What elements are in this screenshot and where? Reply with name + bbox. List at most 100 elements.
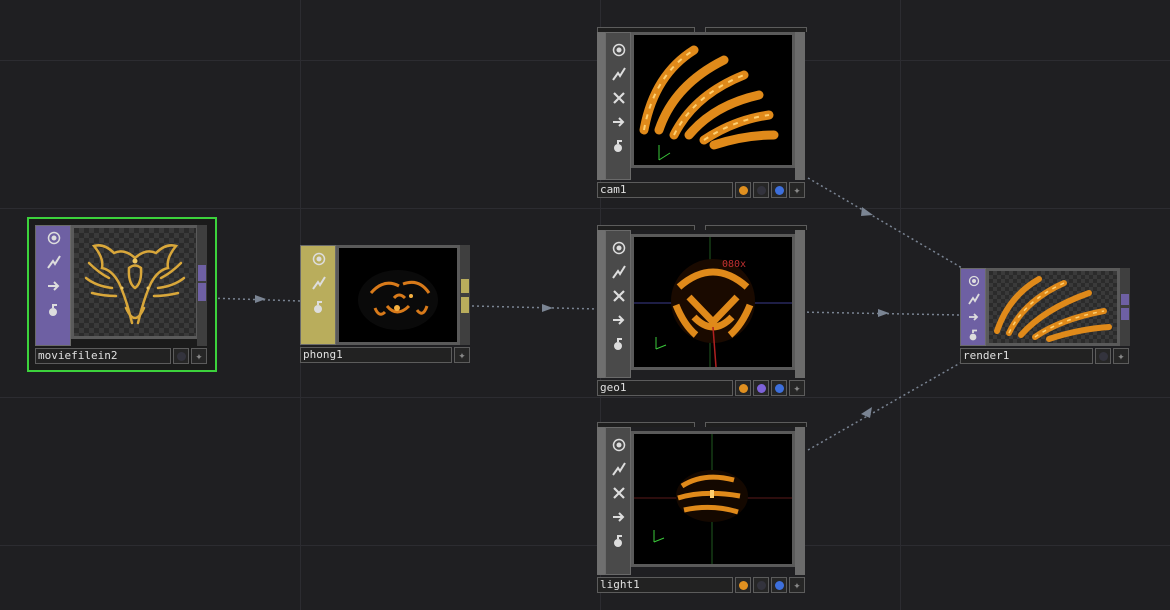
cook-icon[interactable] [611, 264, 627, 280]
lock-icon[interactable] [611, 533, 627, 549]
wire-arrow [542, 304, 553, 312]
node-flags: ✦ [173, 348, 207, 364]
output-connector[interactable] [1121, 308, 1129, 320]
node-flags: ✦ [735, 380, 805, 396]
node-viewer[interactable] [631, 431, 795, 567]
lock-icon[interactable] [46, 302, 62, 318]
cook-icon[interactable] [966, 291, 982, 307]
bypass-icon[interactable] [611, 485, 627, 501]
material-preview [358, 270, 438, 330]
add-icon[interactable]: ✦ [789, 380, 805, 396]
wire-phong-geo [471, 305, 598, 310]
node-render1[interactable]: render1 ✦ [960, 268, 1131, 364]
wire-arrow [878, 309, 889, 317]
render-flag[interactable] [735, 577, 751, 593]
node-viewer[interactable] [336, 245, 460, 345]
node-output-bar [460, 245, 470, 345]
export-icon[interactable] [611, 509, 627, 525]
phoenix-image [84, 244, 186, 325]
viewer-icon[interactable] [611, 42, 627, 58]
node-flags: ✦ [454, 347, 470, 363]
add-icon[interactable]: ✦ [789, 577, 805, 593]
viewer-icon[interactable] [311, 251, 327, 267]
cook-icon[interactable] [611, 66, 627, 82]
wire-movie-phong [207, 297, 301, 302]
node-label[interactable]: light1 [597, 577, 733, 593]
export-icon[interactable] [611, 114, 627, 130]
node-viewer[interactable]: 080x [631, 234, 795, 370]
node-viewer[interactable] [986, 268, 1120, 346]
export-icon[interactable] [46, 278, 62, 294]
node-toolbar-strip [597, 32, 605, 180]
viewport-readout: 080x [722, 259, 746, 270]
display-flag[interactable] [173, 348, 189, 364]
viewer-icon[interactable] [46, 230, 62, 246]
wire-light-render [807, 361, 963, 451]
node-label[interactable]: geo1 [597, 380, 733, 396]
node-toolbar-strip [597, 230, 605, 378]
lock-icon[interactable] [311, 299, 327, 315]
wire-arrow [255, 295, 266, 303]
add-icon[interactable]: ✦ [1113, 348, 1129, 364]
node-viewer[interactable] [71, 225, 199, 339]
node-output-bar [795, 230, 805, 378]
bypass-icon[interactable] [611, 288, 627, 304]
add-icon[interactable]: ✦ [789, 182, 805, 198]
bypass-icon[interactable] [611, 90, 627, 106]
viewer-icon[interactable] [966, 273, 982, 289]
display-flag[interactable] [1095, 348, 1111, 364]
lock-icon[interactable] [611, 138, 627, 154]
node-cam1[interactable]: cam1 ✦ [597, 27, 807, 198]
node-phong1[interactable]: phong1 ✦ [300, 245, 472, 363]
node-output-bar [197, 225, 207, 346]
output-connector[interactable] [1121, 294, 1129, 305]
node-label[interactable]: cam1 [597, 182, 733, 198]
pick-flag[interactable] [771, 577, 787, 593]
pick-flag[interactable] [771, 182, 787, 198]
cook-icon[interactable] [311, 275, 327, 291]
node-output-bar [1120, 268, 1130, 346]
add-icon[interactable]: ✦ [454, 347, 470, 363]
node-viewer[interactable] [631, 32, 795, 168]
export-icon[interactable] [611, 312, 627, 328]
render-flag[interactable] [735, 380, 751, 396]
display-flag[interactable] [753, 577, 769, 593]
node-output-bar [795, 32, 805, 180]
node-output-bar [795, 427, 805, 575]
output-connector[interactable] [198, 283, 206, 301]
node-toolbar-strip [605, 32, 631, 180]
pick-flag[interactable] [771, 380, 787, 396]
output-connector[interactable] [461, 279, 469, 293]
node-label[interactable]: render1 [960, 348, 1093, 364]
node-label[interactable]: moviefilein2 [35, 348, 171, 364]
node-flags: ✦ [1095, 348, 1129, 364]
node-toolbar-strip [35, 225, 71, 346]
viewer-icon[interactable] [611, 240, 627, 256]
display-flag[interactable] [753, 182, 769, 198]
node-geo1[interactable]: 080x geo1 ✦ [597, 225, 807, 396]
lock-icon[interactable] [611, 336, 627, 352]
node-light1[interactable]: light1 ✦ [597, 422, 807, 593]
node-label[interactable]: phong1 [300, 347, 452, 363]
output-connector[interactable] [198, 265, 206, 281]
node-toolbar-strip [597, 427, 605, 575]
add-icon[interactable]: ✦ [191, 348, 207, 364]
export-icon[interactable] [966, 309, 982, 325]
display-flag[interactable] [753, 380, 769, 396]
lock-icon[interactable] [966, 327, 982, 343]
node-flags: ✦ [735, 182, 805, 198]
node-toolbar-strip [605, 230, 631, 378]
node-moviefilein2[interactable]: moviefilein2 ✦ [27, 217, 217, 372]
node-top-tab [705, 225, 807, 230]
cook-icon[interactable] [611, 461, 627, 477]
output-connector[interactable] [461, 297, 469, 313]
node-flags: ✦ [735, 577, 805, 593]
node-toolbar-strip [605, 427, 631, 575]
cook-icon[interactable] [46, 254, 62, 270]
wire-cam-render [807, 177, 963, 269]
camera-preview [639, 45, 779, 161]
node-toolbar-strip [960, 268, 986, 346]
node-top-tab [705, 422, 807, 427]
viewer-icon[interactable] [611, 437, 627, 453]
render-flag[interactable] [735, 182, 751, 198]
